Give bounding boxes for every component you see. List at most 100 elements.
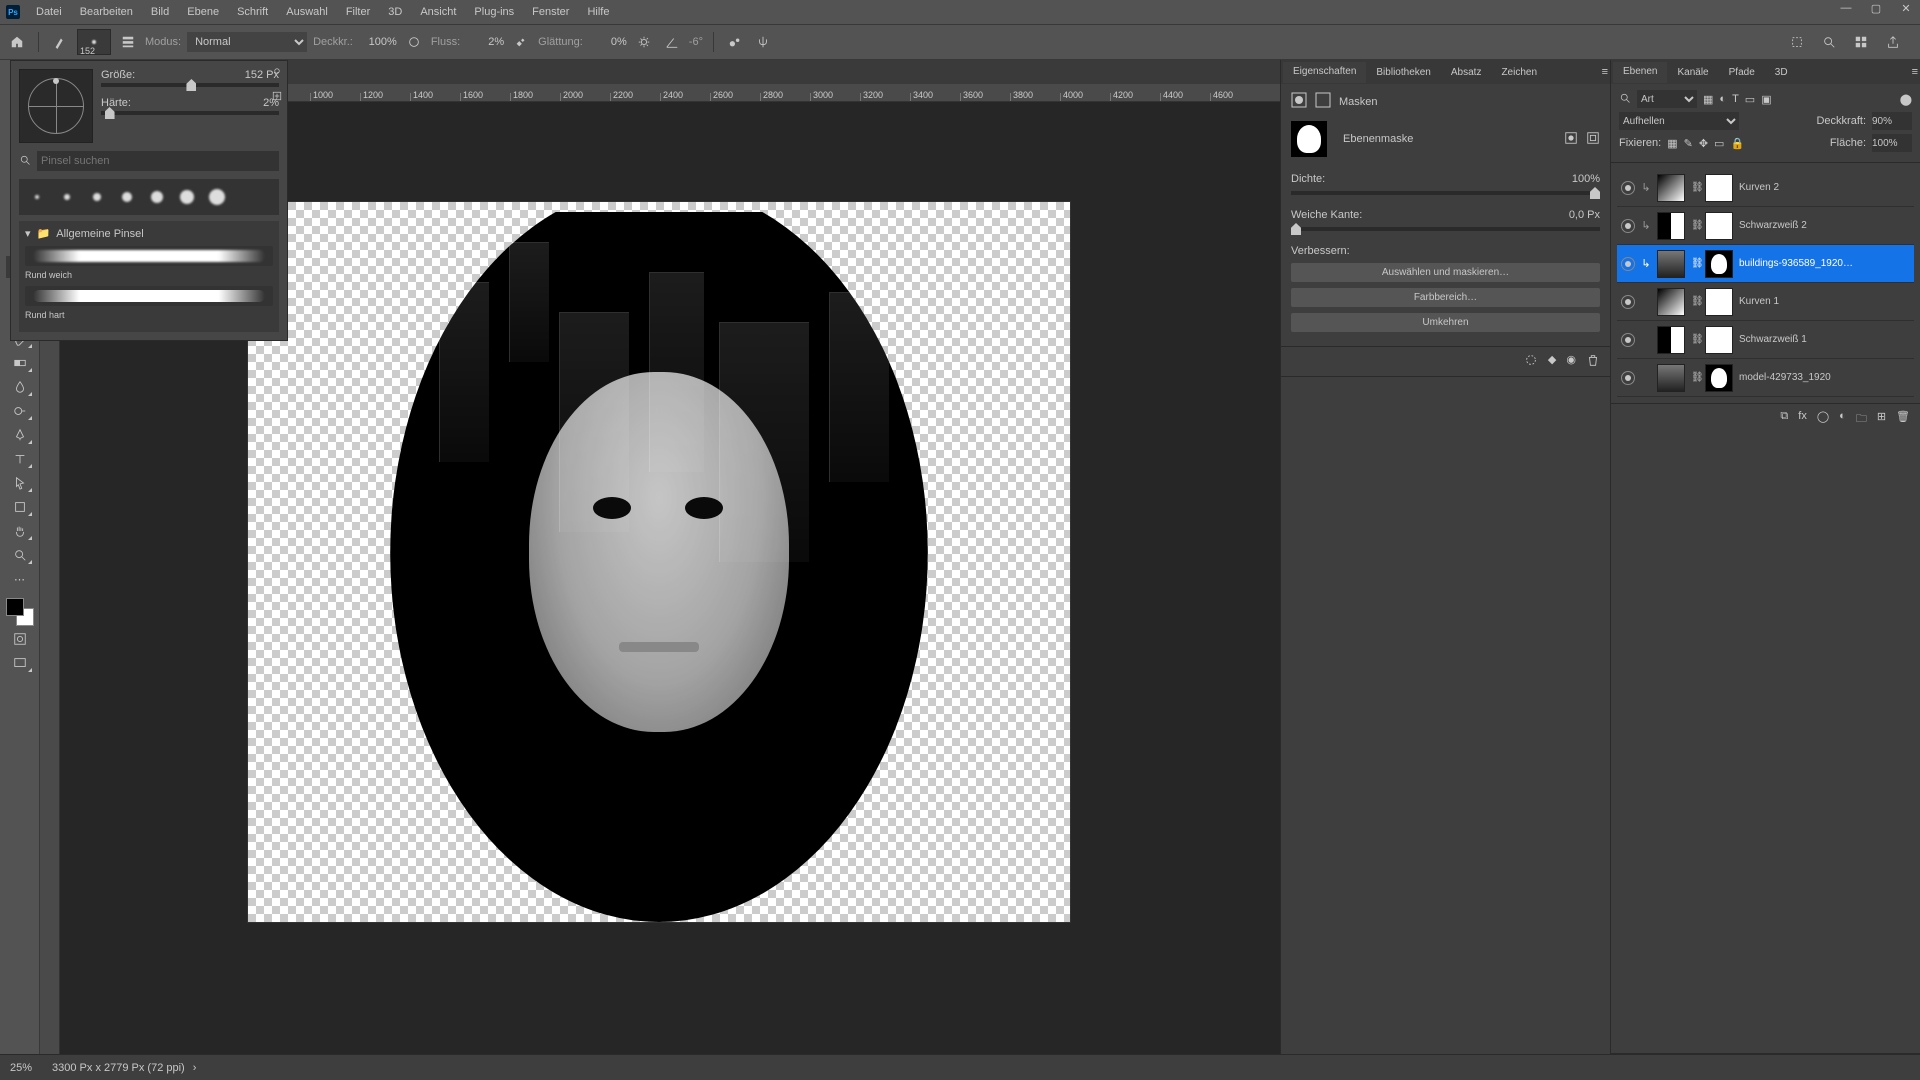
pixel-mask-icon[interactable] <box>1291 92 1307 111</box>
menu-bild[interactable]: Bild <box>143 3 177 21</box>
lock-transparent-icon[interactable]: ▦ <box>1667 137 1677 150</box>
mask-link-icon[interactable]: ⛓ <box>1691 258 1699 269</box>
blend-mode-select[interactable]: Normal <box>187 32 307 52</box>
menu-ebene[interactable]: Ebene <box>179 3 227 21</box>
panel-menu-icon[interactable]: ≡ <box>1912 66 1918 78</box>
mask-thumbnail[interactable] <box>1291 121 1327 157</box>
delete-mask-icon[interactable] <box>1586 353 1600 370</box>
mask-thumbnail[interactable] <box>1705 212 1733 240</box>
blur-tool[interactable] <box>6 376 34 398</box>
mask-link-icon[interactable]: ⛓ <box>1691 182 1699 193</box>
lock-artboard-icon[interactable]: ▭ <box>1714 137 1724 150</box>
visibility-toggle[interactable] <box>1621 371 1635 385</box>
menu-filter[interactable]: Filter <box>338 3 378 21</box>
visibility-toggle[interactable] <box>1621 181 1635 195</box>
layer-name[interactable]: model-429733_1920 <box>1739 372 1910 383</box>
visibility-toggle[interactable] <box>1621 219 1635 233</box>
delete-layer-icon[interactable]: 🗑 <box>1896 410 1910 429</box>
document-info[interactable]: 3300 Px x 2779 Px (72 ppi) <box>52 1062 185 1074</box>
fill-input[interactable] <box>1872 134 1912 152</box>
feather-value[interactable]: 0,0 Px <box>1569 209 1600 221</box>
tab-layers[interactable]: Ebenen <box>1613 62 1667 83</box>
layer-name[interactable]: Schwarzweiß 1 <box>1739 334 1910 345</box>
filter-smart-icon[interactable]: ▣ <box>1761 93 1771 106</box>
brush-item[interactable] <box>25 246 273 266</box>
brush-preset[interactable] <box>113 183 141 211</box>
pressure-size-icon[interactable] <box>724 31 746 53</box>
menu-datei[interactable]: Datei <box>28 3 70 21</box>
type-tool[interactable] <box>6 448 34 470</box>
window-close[interactable]: ✕ <box>1896 2 1916 15</box>
mask-thumbnail[interactable] <box>1705 326 1733 354</box>
brush-item[interactable] <box>25 286 273 306</box>
layer-filter-select[interactable]: Art <box>1637 90 1697 108</box>
symmetry-icon[interactable] <box>752 31 774 53</box>
color-range-button[interactable]: Farbbereich… <box>1291 288 1600 307</box>
brush-preset[interactable] <box>203 183 231 211</box>
menu-schrift[interactable]: Schrift <box>229 3 276 21</box>
hand-tool[interactable] <box>6 520 34 542</box>
path-select-tool[interactable] <box>6 472 34 494</box>
brush-panel-toggle-icon[interactable] <box>117 31 139 53</box>
edit-toolbar[interactable]: ⋯ <box>6 568 34 590</box>
layer-thumbnail[interactable] <box>1657 326 1685 354</box>
flow-input[interactable] <box>466 36 504 48</box>
visibility-toggle[interactable] <box>1621 333 1635 347</box>
foreground-color[interactable] <box>6 598 24 616</box>
brush-preset[interactable] <box>83 183 111 211</box>
layer-row[interactable]: ↳⛓Kurven 2 <box>1617 169 1914 207</box>
tab-channels[interactable]: Kanäle <box>1667 63 1718 82</box>
link-layers-icon[interactable]: ⧉ <box>1780 410 1788 429</box>
size-slider[interactable] <box>101 83 279 87</box>
smoothing-input[interactable] <box>589 36 627 48</box>
lock-all-icon[interactable]: 🔒 <box>1730 137 1744 150</box>
canvas[interactable] <box>248 202 1070 922</box>
select-and-mask-button[interactable]: Auswählen und maskieren… <box>1291 263 1600 282</box>
mask-thumbnail[interactable] <box>1705 364 1733 392</box>
filter-pixel-icon[interactable]: ▦ <box>1703 93 1713 106</box>
menu-3d[interactable]: 3D <box>380 3 410 21</box>
mask-link-icon[interactable]: ⛓ <box>1691 220 1699 231</box>
menu-auswahl[interactable]: Auswahl <box>278 3 336 21</box>
load-selection-icon[interactable] <box>1524 353 1538 370</box>
add-pixel-mask-icon[interactable] <box>1564 131 1578 148</box>
lock-position-icon[interactable]: ✥ <box>1699 137 1708 150</box>
shape-tool[interactable] <box>6 496 34 518</box>
mask-link-icon[interactable]: ⛓ <box>1691 296 1699 307</box>
layer-thumbnail[interactable] <box>1657 174 1685 202</box>
angle-icon[interactable] <box>661 31 683 53</box>
menu-ansicht[interactable]: Ansicht <box>412 3 464 21</box>
mask-thumbnail[interactable] <box>1705 174 1733 202</box>
opacity-pressure-icon[interactable] <box>403 31 425 53</box>
dodge-tool[interactable] <box>6 400 34 422</box>
new-layer-icon[interactable]: ⊞ <box>1877 410 1886 429</box>
layer-thumbnail[interactable] <box>1657 212 1685 240</box>
mask-thumbnail[interactable] <box>1705 250 1733 278</box>
brush-gear-icon[interactable] <box>271 65 283 80</box>
feather-slider[interactable] <box>1291 227 1600 231</box>
layer-opacity-input[interactable] <box>1872 112 1912 130</box>
tab-libraries[interactable]: Bibliotheken <box>1366 63 1440 82</box>
gradient-tool[interactable] <box>6 352 34 374</box>
layer-style-icon[interactable]: fx <box>1798 410 1807 429</box>
density-value[interactable]: 100% <box>1572 173 1600 185</box>
menu-bearbeiten[interactable]: Bearbeiten <box>72 3 141 21</box>
home-icon[interactable] <box>6 31 28 53</box>
share-icon[interactable] <box>1882 31 1904 53</box>
filter-type-icon[interactable]: T <box>1732 93 1739 105</box>
filter-adjust-icon[interactable]: ◐ <box>1719 93 1726 105</box>
tab-paths[interactable]: Pfade <box>1719 63 1765 82</box>
color-swatches[interactable] <box>6 598 34 626</box>
zoom-tool[interactable] <box>6 544 34 566</box>
mask-link-icon[interactable]: ⛓ <box>1691 334 1699 345</box>
window-minimize[interactable]: — <box>1836 2 1856 15</box>
tab-properties[interactable]: Eigenschaften <box>1283 62 1366 83</box>
search-icon[interactable] <box>1818 31 1840 53</box>
menu-hilfe[interactable]: Hilfe <box>579 3 617 21</box>
brush-angle-control[interactable] <box>19 69 93 143</box>
layer-blend-select[interactable]: Aufhellen <box>1619 112 1739 130</box>
visibility-toggle[interactable] <box>1621 295 1635 309</box>
layer-row[interactable]: ⛓Kurven 1 <box>1617 283 1914 321</box>
mask-link-icon[interactable]: ⛓ <box>1691 372 1699 383</box>
screenmode-icon[interactable] <box>6 652 34 674</box>
